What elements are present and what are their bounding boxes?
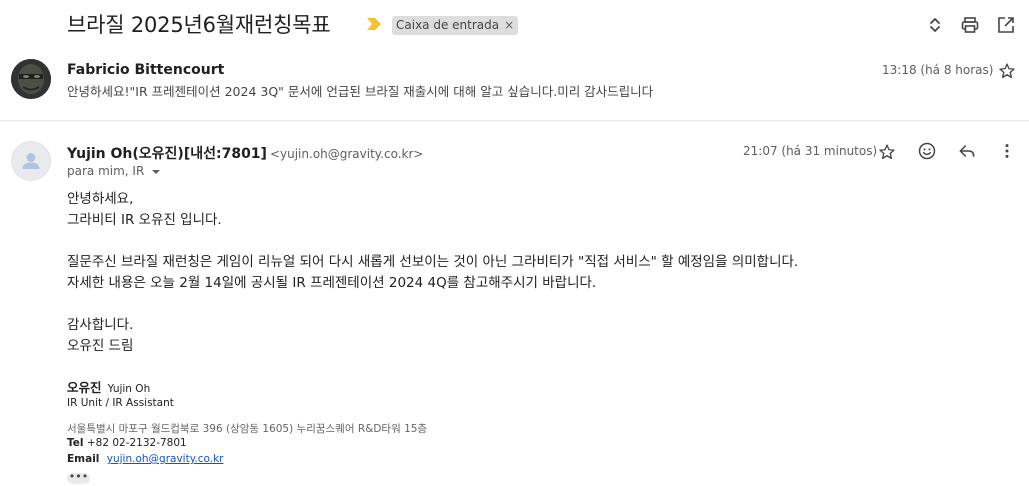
signature-email: Email yujin.oh@gravity.co.kr (67, 453, 224, 465)
body-line: 안녕하세요, (67, 191, 134, 207)
sender-name: Fabricio Bittencourt (67, 62, 225, 78)
email-label: Email (67, 453, 100, 465)
body-line: 오유진 드림 (67, 338, 134, 354)
open-in-new-window-icon[interactable] (994, 13, 1018, 37)
star-icon[interactable] (875, 140, 899, 164)
sender-name: Yujin Oh(오유진)[내선:7801] (67, 146, 267, 162)
message-time: 13:18 (há 8 horas) (882, 63, 994, 77)
label-text: Caixa de entrada (396, 18, 500, 32)
emoji-icon[interactable] (915, 139, 939, 163)
inbox-label-chip[interactable]: Caixa de entrada × (392, 16, 519, 35)
recipients-dropdown[interactable]: para mim, IR (67, 164, 161, 178)
tel-label: Tel (67, 437, 84, 449)
expand-collapse-icon[interactable] (923, 13, 947, 37)
signature-address: 서울특별시 마포구 월드컵북로 396 (상암동 1605) 누리꿈스퀘어 R&… (67, 423, 428, 435)
reply-icon[interactable] (955, 139, 979, 163)
tel-value: +82 02-2132-7801 (86, 437, 187, 449)
remove-label-icon[interactable]: × (504, 18, 514, 32)
avatar[interactable] (11, 59, 51, 99)
body-line: 질문주신 브라질 재런칭은 게임이 리뉴얼 되어 다시 새롭게 선보이는 것이 … (67, 254, 799, 270)
thread-subject: 브라질 2025년6월재런칭목표 (67, 13, 331, 37)
body-line: 그라비티 IR 오유진 입니다. (67, 212, 222, 228)
message-divider (0, 120, 1029, 121)
signature-tel: Tel +82 02-2132-7801 (67, 437, 187, 449)
body-line: 감사합니다. (67, 317, 134, 333)
signature-name-ko: 오유진 (67, 380, 102, 395)
avatar[interactable] (11, 141, 51, 181)
subject-row: 브라질 2025년6월재런칭목표 Caixa de entrada × (0, 0, 1029, 52)
sender-email: <yujin.oh@gravity.co.kr> (269, 147, 424, 161)
body-line: 자세한 내용은 오늘 2월 14일에 공시될 IR 프레젠테이션 2024 4Q… (67, 275, 597, 291)
importance-marker-icon[interactable] (366, 17, 382, 31)
more-vert-icon[interactable] (995, 139, 1019, 163)
signature-name-en: Yujin Oh (107, 383, 151, 395)
star-icon[interactable] (995, 59, 1019, 83)
sender-line: Yujin Oh(오유진)[내선:7801] <yujin.oh@gravity.… (67, 143, 423, 163)
signature-name: 오유진 Yujin Oh (67, 377, 150, 396)
chevron-down-icon[interactable] (151, 168, 161, 176)
show-trimmed-content-button[interactable]: ••• (67, 471, 90, 484)
message-collapsed[interactable]: Fabricio Bittencourt 안녕하세요!"IR 프레젠테이션 20… (0, 52, 1029, 120)
recipients-text: para mim, IR (67, 164, 145, 178)
message-snippet: 안녕하세요!"IR 프레젠테이션 2024 3Q" 문서에 언급된 브라질 재출… (67, 84, 654, 99)
signature-email-link[interactable]: yujin.oh@gravity.co.kr (107, 453, 224, 465)
message-time: 21:07 (há 31 minutos) (743, 144, 878, 158)
signature-title: IR Unit / IR Assistant (67, 397, 174, 409)
print-icon[interactable] (958, 13, 982, 37)
